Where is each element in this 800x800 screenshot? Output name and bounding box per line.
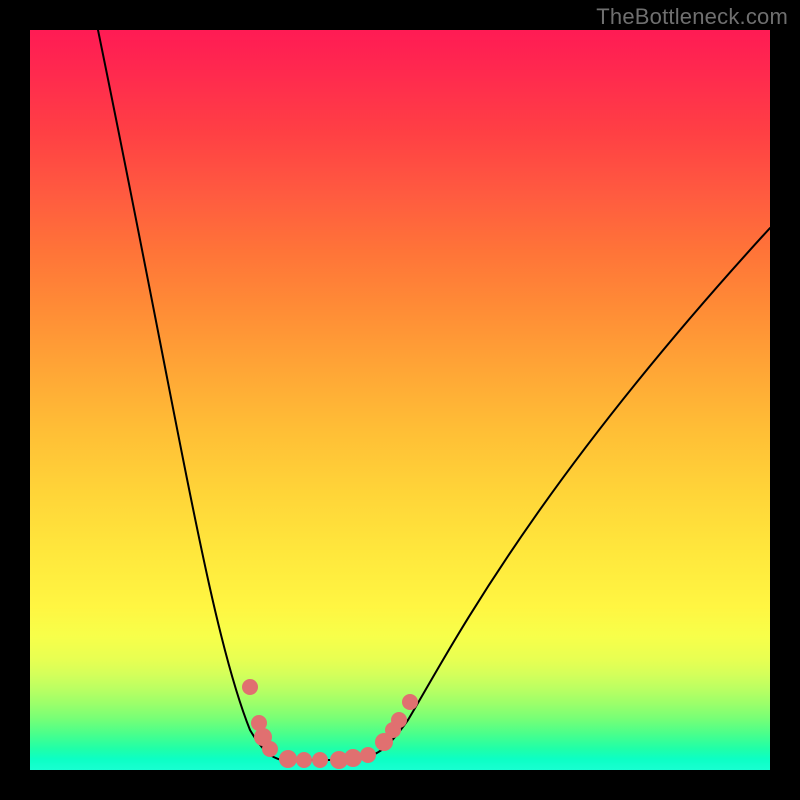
marker-dot — [344, 749, 362, 767]
marker-dot — [296, 752, 312, 768]
marker-dot — [279, 750, 297, 768]
marker-dot — [402, 694, 418, 710]
marker-dot — [391, 712, 407, 728]
marker-group — [242, 679, 418, 769]
plot-area — [30, 30, 770, 770]
chart-frame: TheBottleneck.com — [0, 0, 800, 800]
curve-layer — [30, 30, 770, 770]
left-curve — [98, 30, 330, 760]
right-curve — [330, 228, 770, 760]
marker-dot — [360, 747, 376, 763]
marker-dot — [262, 741, 278, 757]
marker-dot — [242, 679, 258, 695]
marker-dot — [312, 752, 328, 768]
watermark-text: TheBottleneck.com — [596, 4, 788, 30]
